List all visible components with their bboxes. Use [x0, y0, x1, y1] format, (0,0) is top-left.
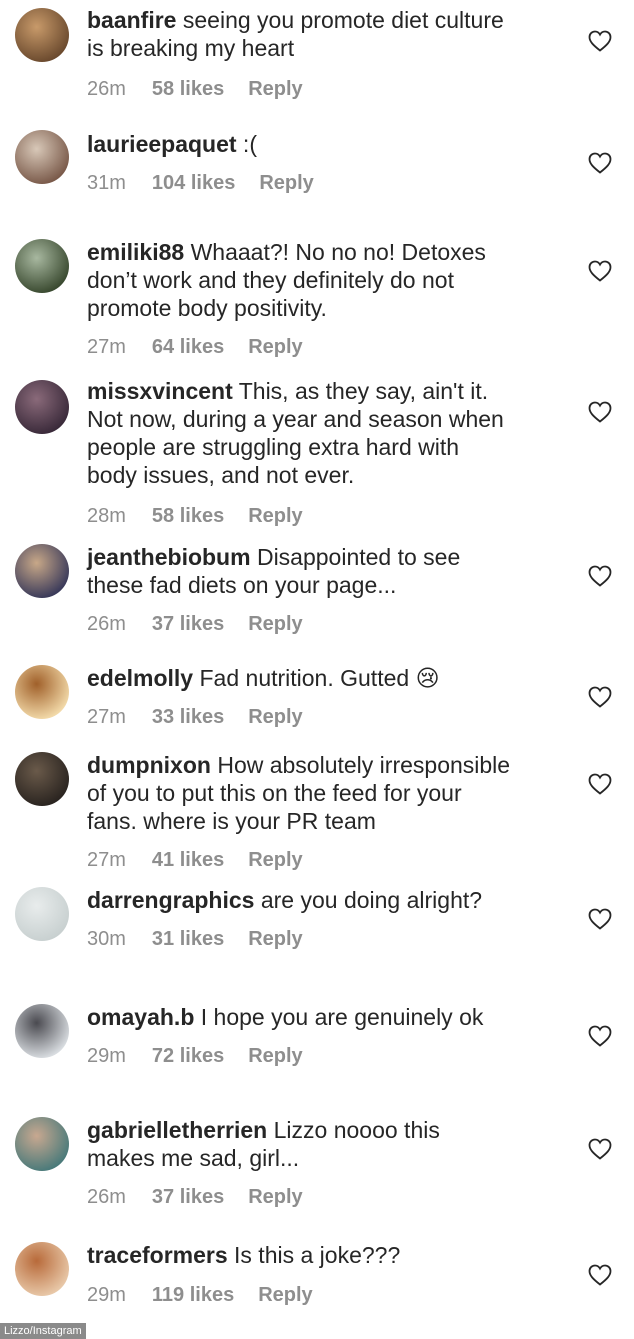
timestamp: 26m — [87, 613, 126, 635]
timestamp: 31m — [87, 172, 126, 194]
username-link[interactable]: baanfire — [87, 7, 176, 33]
reply-button[interactable]: Reply — [248, 1045, 302, 1067]
username-link[interactable]: gabrielletherrien — [87, 1117, 267, 1143]
reply-button[interactable]: Reply — [248, 78, 302, 100]
heart-icon[interactable] — [588, 1025, 612, 1047]
username-link[interactable]: dumpnixon — [87, 752, 211, 778]
comment-text: edelmolly Fad nutrition. Gutted 😢 — [87, 664, 565, 692]
reply-button[interactable]: Reply — [248, 706, 302, 728]
likes-count[interactable]: 64 likes — [152, 336, 224, 358]
username-link[interactable]: omayah.b — [87, 1004, 194, 1030]
comment-body: Is this a joke??? — [227, 1242, 401, 1268]
likes-count[interactable]: 41 likes — [152, 849, 224, 871]
username-link[interactable]: jeanthebiobum — [87, 544, 251, 570]
reply-button[interactable]: Reply — [259, 172, 313, 194]
timestamp: 27m — [87, 706, 126, 728]
comment-body: I hope you are genuinely ok — [194, 1004, 484, 1030]
likes-count[interactable]: 72 likes — [152, 1045, 224, 1067]
username-link[interactable]: laurieepaquet — [87, 131, 237, 157]
comment-body: :( — [236, 131, 257, 157]
heart-icon[interactable] — [588, 908, 612, 930]
reply-button[interactable]: Reply — [248, 613, 302, 635]
comment-text: darrengraphics are you doing alright? — [87, 886, 565, 914]
avatar[interactable] — [15, 1004, 69, 1058]
comment-text: baanfire seeing you promote diet culture… — [87, 6, 565, 62]
likes-count[interactable]: 31 likes — [152, 928, 224, 950]
avatar[interactable] — [15, 544, 69, 598]
comment-body: Fad nutrition. Gutted 😢 — [193, 665, 440, 691]
avatar[interactable] — [15, 1117, 69, 1171]
likes-count[interactable]: 33 likes — [152, 706, 224, 728]
avatar[interactable] — [15, 380, 69, 434]
timestamp: 26m — [87, 1186, 126, 1208]
heart-icon[interactable] — [588, 30, 612, 52]
reply-button[interactable]: Reply — [248, 928, 302, 950]
reply-button[interactable]: Reply — [248, 1186, 302, 1208]
comment-text: laurieepaquet :( — [87, 130, 565, 158]
comment-text: omayah.b I hope you are genuinely ok — [87, 1003, 565, 1031]
likes-count[interactable]: 119 likes — [152, 1284, 234, 1306]
comment-body: are you doing alright? — [254, 887, 483, 913]
timestamp: 29m — [87, 1045, 126, 1067]
comment-text: missxvincent This, as they say, ain't it… — [87, 377, 565, 489]
comment-meta: 27m 64 likes Reply — [87, 336, 327, 359]
comment-meta: 26m 37 likes Reply — [87, 613, 327, 636]
username-link[interactable]: missxvincent — [87, 378, 233, 404]
likes-count[interactable]: 58 likes — [152, 505, 224, 527]
username-link[interactable]: traceformers — [87, 1242, 228, 1268]
timestamp: 27m — [87, 849, 126, 871]
comment-text: emiliki88 Whaaat?! No no no! Detoxes don… — [87, 238, 565, 322]
comment-text: jeanthebiobum Disappointed to see these … — [87, 543, 565, 599]
avatar[interactable] — [15, 8, 69, 62]
comment-meta: 31m 104 likes Reply — [87, 172, 338, 195]
timestamp: 30m — [87, 928, 126, 950]
heart-icon[interactable] — [588, 1138, 612, 1160]
username-link[interactable]: edelmolly — [87, 665, 193, 691]
comment-text: dumpnixon How absolutely irresponsible o… — [87, 751, 565, 835]
reply-button[interactable]: Reply — [248, 849, 302, 871]
comment-meta: 30m 31 likes Reply — [87, 928, 327, 951]
timestamp: 29m — [87, 1284, 126, 1306]
likes-count[interactable]: 58 likes — [152, 78, 224, 100]
photo-credit: Lizzo/Instagram — [0, 1323, 86, 1339]
username-link[interactable]: emiliki88 — [87, 239, 184, 265]
avatar[interactable] — [15, 239, 69, 293]
reply-button[interactable]: Reply — [258, 1284, 312, 1306]
comment-text: gabrielletherrien Lizzo noooo this makes… — [87, 1116, 565, 1172]
avatar[interactable] — [15, 752, 69, 806]
avatar[interactable] — [15, 130, 69, 184]
likes-count[interactable]: 37 likes — [152, 613, 224, 635]
likes-count[interactable]: 37 likes — [152, 1186, 224, 1208]
heart-icon[interactable] — [588, 686, 612, 708]
comment-meta: 26m 58 likes Reply — [87, 78, 327, 101]
comment-text: traceformers Is this a joke??? — [87, 1241, 565, 1269]
reply-button[interactable]: Reply — [248, 505, 302, 527]
heart-icon[interactable] — [588, 565, 612, 587]
comment-meta: 29m 72 likes Reply — [87, 1045, 327, 1068]
heart-icon[interactable] — [588, 773, 612, 795]
avatar[interactable] — [15, 1242, 69, 1296]
timestamp: 27m — [87, 336, 126, 358]
comment-meta: 27m 41 likes Reply — [87, 849, 327, 872]
likes-count[interactable]: 104 likes — [152, 172, 235, 194]
reply-button[interactable]: Reply — [248, 336, 302, 358]
timestamp: 26m — [87, 78, 126, 100]
comment-meta: 29m 119 likes Reply — [87, 1284, 337, 1307]
comment-meta: 27m 33 likes Reply — [87, 706, 327, 729]
comment-meta: 28m 58 likes Reply — [87, 505, 327, 528]
heart-icon[interactable] — [588, 152, 612, 174]
heart-icon[interactable] — [588, 1264, 612, 1286]
heart-icon[interactable] — [588, 260, 612, 282]
heart-icon[interactable] — [588, 401, 612, 423]
avatar[interactable] — [15, 887, 69, 941]
comment-meta: 26m 37 likes Reply — [87, 1186, 327, 1209]
avatar[interactable] — [15, 665, 69, 719]
username-link[interactable]: darrengraphics — [87, 887, 254, 913]
timestamp: 28m — [87, 505, 126, 527]
